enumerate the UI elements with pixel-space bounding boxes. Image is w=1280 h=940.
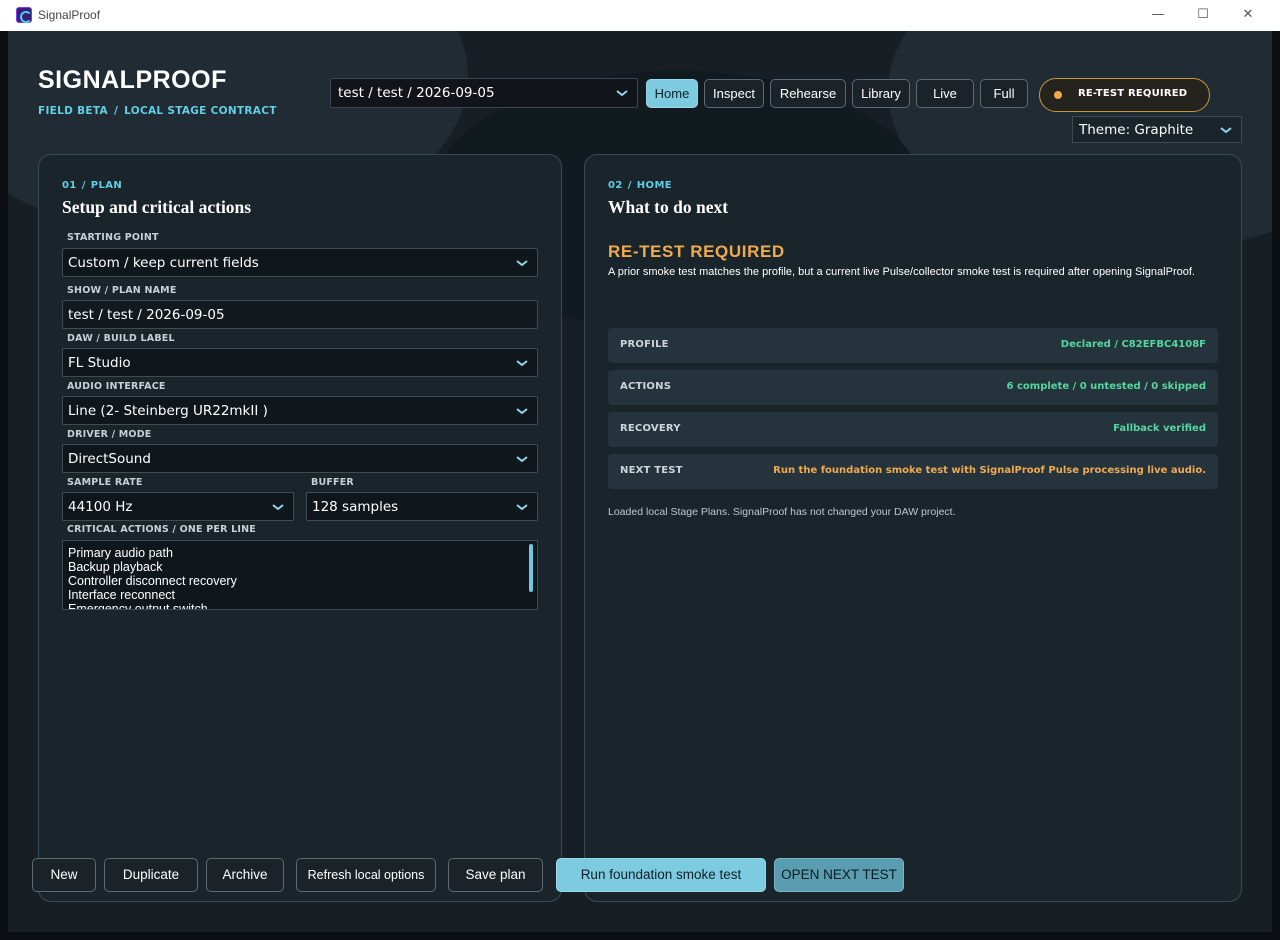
plan-select[interactable]: test / test / 2026-09-05	[330, 78, 638, 108]
starting-point-value: Custom / keep current fields	[68, 255, 259, 271]
chevron-down-icon	[615, 86, 629, 100]
status-row-key: ACTIONS	[620, 381, 672, 392]
tab-inspect[interactable]: Inspect	[704, 79, 764, 108]
critical-action-line: Emergency output switch	[68, 602, 208, 610]
critical-action-line: Interface reconnect	[68, 588, 176, 602]
window-titlebar: SignalProof — ☐ ✕	[0, 0, 1280, 31]
buffer-select[interactable]: 128 samples	[306, 492, 538, 521]
chevron-down-icon	[271, 500, 285, 514]
sample-rate-value: 44100 Hz	[68, 499, 133, 515]
driver-label: DRIVER / MODE	[67, 429, 152, 440]
status-description: A prior smoke test matches the profile, …	[608, 266, 1195, 278]
status-badge-label: RE-TEST REQUIRED	[1078, 88, 1188, 99]
status-row-recovery: RECOVERY Fallback verified	[608, 412, 1218, 447]
app-logo-icon	[16, 7, 32, 23]
app-window: SIGNALPROOF FIELD BETA / LOCAL STAGE CONTR…	[8, 31, 1272, 932]
chevron-down-icon	[515, 256, 529, 270]
status-row-key: RECOVERY	[620, 423, 681, 434]
chevron-down-icon	[515, 452, 529, 466]
status-row-key: PROFILE	[620, 339, 669, 350]
critical-action-line: Backup playback	[68, 560, 163, 574]
brand-title: SIGNALPROOF	[38, 66, 227, 94]
window-title: SignalProof	[38, 8, 101, 22]
tab-library[interactable]: Library	[852, 79, 910, 108]
interface-select[interactable]: Line (2- Steinberg UR22mkII )	[62, 396, 538, 425]
sample-rate-label: SAMPLE RATE	[67, 477, 143, 488]
theme-select[interactable]: Theme: Graphite	[1072, 116, 1242, 143]
status-row-actions: ACTIONS 6 complete / 0 untested / 0 skip…	[608, 370, 1218, 405]
loaded-note: Loaded local Stage Plans. SignalProof ha…	[608, 506, 956, 518]
refresh-local-options-button[interactable]: Refresh local options	[296, 858, 436, 892]
chevron-down-icon	[515, 356, 529, 370]
critical-actions-textarea[interactable]: Primary audio path Backup playback Contr…	[62, 540, 538, 610]
plan-kicker-sep: /	[81, 180, 86, 191]
archive-button[interactable]: Archive	[206, 858, 284, 892]
daw-label: DAW / BUILD LABEL	[67, 333, 175, 344]
status-dot-icon	[1054, 91, 1062, 99]
plan-kicker: 01 / PLAN	[62, 180, 122, 191]
home-kicker-label: HOME	[636, 180, 673, 191]
duplicate-button[interactable]: Duplicate	[104, 858, 198, 892]
tab-home[interactable]: Home	[646, 79, 698, 108]
daw-value: FL Studio	[68, 355, 131, 371]
plan-kicker-num: 01	[62, 180, 77, 191]
plan-kicker-label: PLAN	[90, 180, 123, 191]
status-heading: RE-TEST REQUIRED	[608, 242, 785, 261]
brand-sub-contract: LOCAL STAGE CONTRACT	[124, 105, 277, 117]
brand-subtitle: FIELD BETA / LOCAL STAGE CONTRACT	[38, 105, 277, 117]
status-row-value: Run the foundation smoke test with Signa…	[773, 465, 1206, 476]
theme-select-value: Theme: Graphite	[1079, 122, 1194, 138]
home-kicker-num: 02	[608, 180, 623, 191]
chevron-down-icon	[515, 404, 529, 418]
status-row-value: Fallback verified	[1113, 423, 1206, 434]
status-row-profile: PROFILE Declared / C82EFBC4108F	[608, 328, 1218, 363]
buffer-value: 128 samples	[312, 499, 399, 515]
status-row-value: 6 complete / 0 untested / 0 skipped	[1006, 381, 1206, 392]
chevron-down-icon	[1219, 123, 1233, 137]
starting-point-label: STARTING POINT	[67, 232, 159, 243]
interface-value: Line (2- Steinberg UR22mkII )	[68, 403, 268, 419]
status-badge[interactable]: RE-TEST REQUIRED	[1039, 78, 1210, 112]
run-smoke-test-button[interactable]: Run foundation smoke test	[556, 858, 766, 892]
critical-action-line: Controller disconnect recovery	[68, 574, 237, 588]
home-title: What to do next	[608, 197, 729, 217]
maximize-icon[interactable]: ☐	[1193, 6, 1213, 24]
interface-label: AUDIO INTERFACE	[67, 381, 166, 392]
tab-rehearse[interactable]: Rehearse	[770, 79, 846, 108]
plan-title: Setup and critical actions	[62, 197, 252, 217]
plan-name-value: test / test / 2026-09-05	[68, 307, 225, 323]
plan-select-value: test / test / 2026-09-05	[338, 85, 495, 101]
save-plan-button[interactable]: Save plan	[448, 858, 543, 892]
tab-full[interactable]: Full	[980, 79, 1028, 108]
home-kicker: 02 / HOME	[608, 180, 672, 191]
daw-select[interactable]: FL Studio	[62, 348, 538, 377]
close-icon[interactable]: ✕	[1238, 6, 1258, 24]
chevron-down-icon	[515, 500, 529, 514]
minimize-icon[interactable]: —	[1148, 6, 1168, 24]
new-button[interactable]: New	[32, 858, 96, 892]
driver-value: DirectSound	[68, 451, 151, 467]
status-row-value: Declared / C82EFBC4108F	[1060, 339, 1206, 350]
critical-actions-label: CRITICAL ACTIONS / ONE PER LINE	[67, 524, 256, 535]
sample-rate-select[interactable]: 44100 Hz	[62, 492, 294, 521]
brand-sub-beta: FIELD BETA	[38, 105, 108, 117]
status-row-key: NEXT TEST	[620, 465, 683, 476]
plan-name-label: SHOW / PLAN NAME	[67, 285, 177, 296]
starting-point-select[interactable]: Custom / keep current fields	[62, 248, 538, 277]
status-row-next-test: NEXT TEST Run the foundation smoke test …	[608, 454, 1218, 489]
critical-action-line: Primary audio path	[68, 546, 173, 560]
brand-sub-sep: /	[113, 105, 119, 117]
tab-live[interactable]: Live	[916, 79, 974, 108]
home-kicker-sep: /	[627, 180, 632, 191]
open-next-test-button[interactable]: OPEN NEXT TEST	[774, 858, 904, 892]
buffer-label: BUFFER	[311, 477, 354, 488]
textarea-scrollbar[interactable]	[529, 544, 533, 592]
driver-select[interactable]: DirectSound	[62, 444, 538, 473]
plan-name-input[interactable]: test / test / 2026-09-05	[62, 300, 538, 329]
